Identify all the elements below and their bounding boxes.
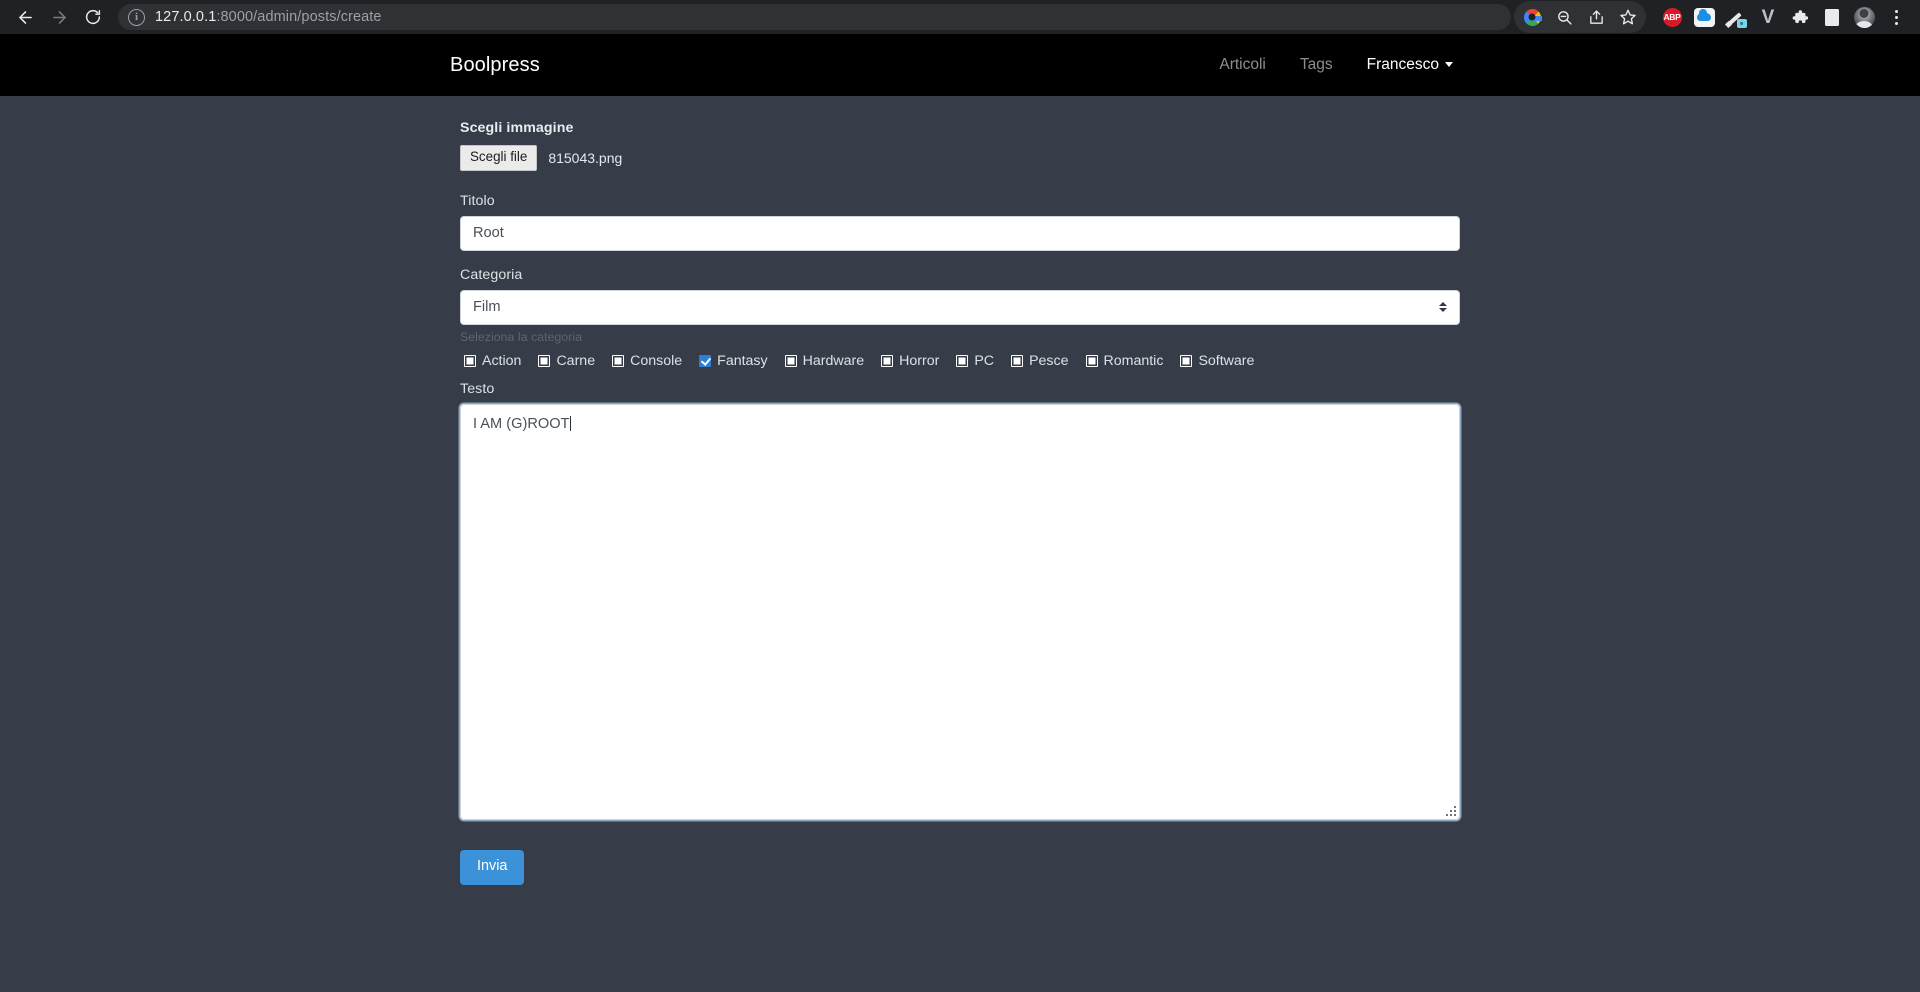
url-host: 127.0.0.1 [155, 9, 217, 25]
omnibox-action-group [1514, 1, 1646, 33]
textarea-wrapper: I AM (G)ROOT [460, 403, 1460, 820]
checkbox-carne[interactable]: Carne [538, 353, 595, 369]
nav-link-articoli[interactable]: Articoli [1202, 56, 1283, 74]
checkbox-hardware[interactable]: Hardware [784, 352, 865, 369]
label-titolo: Titolo [460, 192, 495, 209]
category-select-value: Film [473, 299, 501, 316]
selected-file-name: 815043.png [548, 149, 623, 166]
checkbox-box[interactable] [612, 354, 625, 367]
checkbox-pesce[interactable]: Pesce [1011, 352, 1069, 369]
arrow-right-icon [50, 8, 69, 27]
checkbox-label: Action [482, 352, 522, 369]
field-testo: Testo I AM (G)ROOT [460, 381, 1460, 820]
field-titolo: Titolo [460, 193, 1460, 251]
forward-button[interactable] [42, 0, 76, 34]
checkbox-label: Console [630, 352, 683, 369]
cloud-glyph [1693, 7, 1715, 27]
checkbox-fantasy[interactable]: Fantasy [699, 352, 768, 369]
label-testo: Testo [460, 380, 495, 397]
avatar-glyph [1853, 6, 1875, 28]
label-scegli-immagine: Scegli immagine [460, 120, 574, 136]
tags-checkbox-group: Action Carne Console Fantasy Hardware Ho… [460, 353, 1460, 369]
checkbox-label: PC [974, 352, 995, 369]
checkbox-box[interactable] [1085, 354, 1098, 367]
checkbox-label: Fantasy [717, 352, 768, 369]
checkbox-pc[interactable]: PC [956, 353, 994, 369]
navbar-inner: Boolpress Articoli Tags Francesco [450, 34, 1470, 96]
kebab-glyph [1894, 9, 1898, 25]
page-body: Scegli immagine Scegli file 815043.png T… [0, 96, 1920, 992]
checkbox-label: Hardware [802, 352, 865, 369]
address-bar[interactable]: i 127.0.0.1:8000/admin/posts/create [118, 4, 1511, 30]
checkbox-box[interactable] [1180, 354, 1193, 367]
field-image: Scegli immagine Scegli file 815043.png [460, 120, 1460, 171]
checkbox-software[interactable]: Software [1180, 353, 1254, 369]
google-icon[interactable] [1516, 1, 1548, 33]
url-path: :8000/admin/posts/create [216, 9, 382, 25]
bookmark-star-icon[interactable] [1612, 1, 1644, 33]
vimium-v-glyph: V [1761, 6, 1775, 28]
checkbox-label: Horror [899, 352, 940, 369]
create-post-form: Scegli immagine Scegli file 815043.png T… [460, 96, 1460, 885]
label-categoria: Categoria [460, 266, 523, 283]
checkbox-label: Pesce [1029, 352, 1069, 369]
checkbox-box[interactable] [956, 354, 969, 367]
arrow-left-icon [16, 8, 35, 27]
body-textarea[interactable]: I AM (G)ROOT [460, 403, 1460, 820]
checkbox-action[interactable]: Action [464, 353, 521, 369]
zoom-out-icon[interactable] [1548, 1, 1580, 33]
reload-button[interactable] [76, 0, 110, 34]
checkbox-label: Software [1198, 352, 1255, 369]
chevron-down-icon [1445, 62, 1453, 67]
abp-badge: ABP [1662, 7, 1682, 27]
checkbox-box[interactable] [538, 354, 551, 367]
google-g-glyph [1523, 8, 1542, 26]
cloud-icon[interactable] [1688, 1, 1720, 33]
reload-icon [84, 8, 102, 26]
checkbox-box[interactable] [1011, 354, 1024, 367]
checkbox-box[interactable] [464, 354, 476, 367]
back-button[interactable] [8, 0, 42, 34]
field-categoria: Categoria Film Seleziona la categoria [460, 267, 1460, 344]
nav-dropdown-user[interactable]: Francesco [1350, 56, 1470, 74]
browser-toolbar: i 127.0.0.1:8000/admin/posts/create ABP … [0, 0, 1920, 34]
chrome-menu-icon[interactable] [1880, 1, 1912, 33]
sidepanel-glyph [1825, 8, 1839, 26]
checkbox-horror[interactable]: Horror [881, 353, 939, 369]
checkbox-box-checked[interactable] [699, 354, 712, 367]
file-input-row: Scegli file 815043.png [460, 145, 1460, 171]
nav-link-tags[interactable]: Tags [1283, 56, 1350, 74]
submit-button[interactable]: Invia [460, 849, 525, 885]
eyedropper-glyph [1724, 7, 1747, 28]
browser-toolbar-icons: ABP V [1514, 1, 1912, 33]
category-select-wrapper: Film [460, 289, 1460, 325]
body-textarea-value: I AM (G)ROOT [473, 415, 570, 432]
adblock-plus-icon[interactable]: ABP [1656, 1, 1688, 33]
checkbox-console[interactable]: Console [612, 353, 682, 369]
sidepanel-icon[interactable] [1816, 1, 1848, 33]
share-icon[interactable] [1580, 1, 1612, 33]
profile-avatar[interactable] [1848, 1, 1880, 33]
navbar-links: Articoli Tags Francesco [1202, 56, 1470, 74]
checkbox-romantic[interactable]: Romantic [1085, 352, 1164, 369]
browser-nav-buttons [8, 0, 110, 34]
choose-file-button[interactable]: Scegli file [460, 145, 538, 171]
category-help-text: Seleziona la categoria [460, 329, 583, 344]
navbar-brand[interactable]: Boolpress [450, 54, 540, 77]
eyedropper-icon[interactable] [1720, 1, 1752, 33]
title-input[interactable] [460, 215, 1460, 251]
address-bar-url: 127.0.0.1:8000/admin/posts/create [155, 9, 382, 25]
checkbox-box[interactable] [881, 354, 894, 367]
nav-dropdown-user-label: Francesco [1366, 56, 1439, 73]
category-select[interactable]: Film [460, 289, 1460, 325]
text-cursor [569, 415, 571, 431]
vimium-v-icon[interactable]: V [1752, 1, 1784, 33]
checkbox-label: Carne [556, 352, 596, 369]
site-info-icon[interactable]: i [128, 8, 145, 26]
checkbox-label: Romantic [1103, 352, 1164, 369]
checkbox-box[interactable] [784, 354, 797, 367]
site-navbar: Boolpress Articoli Tags Francesco [0, 34, 1920, 96]
extensions-puzzle-icon[interactable] [1784, 1, 1816, 33]
